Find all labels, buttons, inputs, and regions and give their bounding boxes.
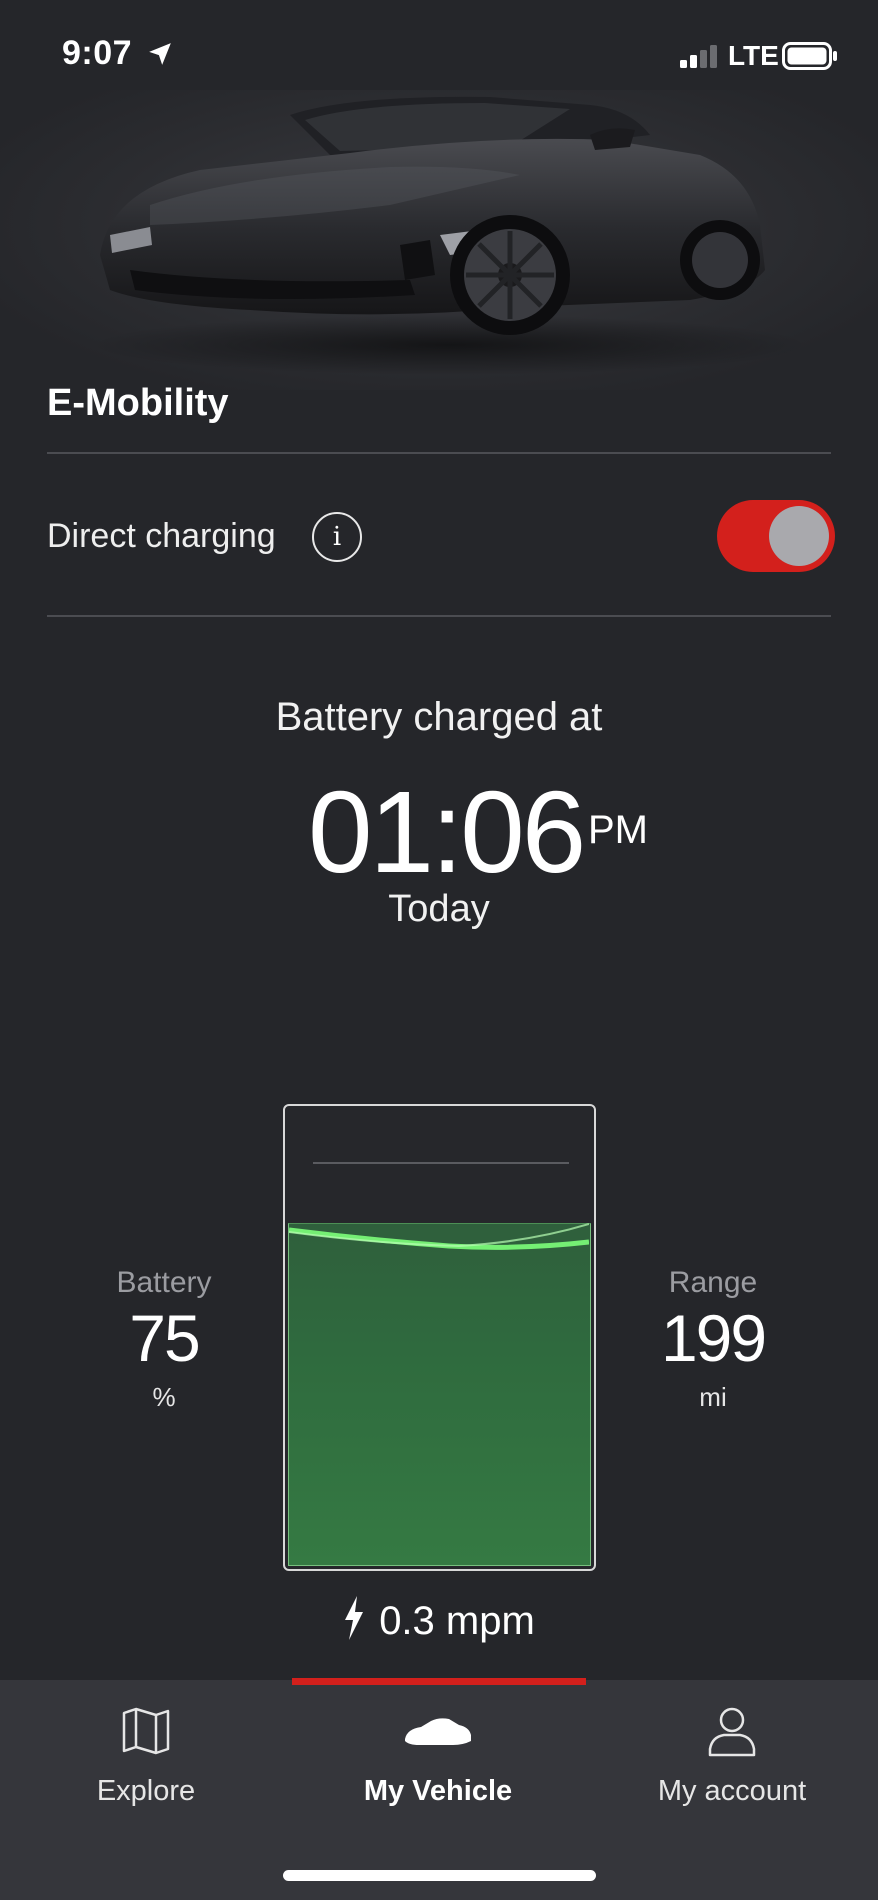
charging-rate-value: 0.3 mpm xyxy=(379,1599,535,1643)
range-value: 199 xyxy=(660,1301,767,1375)
section-title: E-Mobility xyxy=(47,382,229,424)
range-label: Range xyxy=(668,1266,758,1299)
battery-fill xyxy=(288,1223,591,1566)
toggle-knob xyxy=(769,506,829,566)
battery-label: Battery xyxy=(116,1266,212,1299)
charging-rate: 0.3 mpm xyxy=(0,1596,878,1644)
tab-my-account[interactable]: My account xyxy=(586,1705,878,1808)
network-type: LTE xyxy=(728,40,779,71)
car-icon xyxy=(405,1718,471,1745)
tab-my-vehicle[interactable]: My Vehicle xyxy=(292,1705,584,1808)
map-icon xyxy=(122,1707,170,1755)
charge-wave xyxy=(289,1223,589,1250)
gauge-mark-line xyxy=(313,1162,569,1164)
status-time: 9:07 xyxy=(62,34,133,72)
tab-my-account-label: My account xyxy=(657,1775,807,1807)
battery-value: 75 xyxy=(129,1301,200,1375)
charged-at-label: Battery charged at xyxy=(275,695,603,739)
info-icon[interactable]: i xyxy=(312,512,362,562)
charged-ampm: PM xyxy=(588,808,648,852)
location-arrow-icon xyxy=(149,43,171,65)
direct-charging-label: Direct charging xyxy=(47,517,276,555)
tab-my-vehicle-label: My Vehicle xyxy=(363,1775,513,1807)
info-icon-glyph: i xyxy=(332,522,342,552)
direct-charging-toggle[interactable] xyxy=(717,500,835,572)
porsche-taycan-car-image xyxy=(90,96,810,375)
range-unit: mi xyxy=(699,1382,727,1412)
divider xyxy=(47,615,831,617)
divider xyxy=(47,452,831,454)
battery-icon xyxy=(782,42,837,70)
active-tab-indicator xyxy=(292,1678,586,1685)
cellular-signal-icon xyxy=(680,45,717,68)
battery-unit: % xyxy=(152,1382,176,1412)
tab-explore[interactable]: Explore xyxy=(0,1705,292,1808)
user-icon xyxy=(708,1707,756,1757)
home-indicator[interactable] xyxy=(283,1870,596,1881)
lightning-bolt-icon xyxy=(345,1596,364,1640)
tab-explore-label: Explore xyxy=(96,1775,196,1807)
charged-day: Today xyxy=(388,888,490,930)
charged-time: 01:06 xyxy=(308,767,586,897)
battery-gauge xyxy=(283,1104,596,1571)
